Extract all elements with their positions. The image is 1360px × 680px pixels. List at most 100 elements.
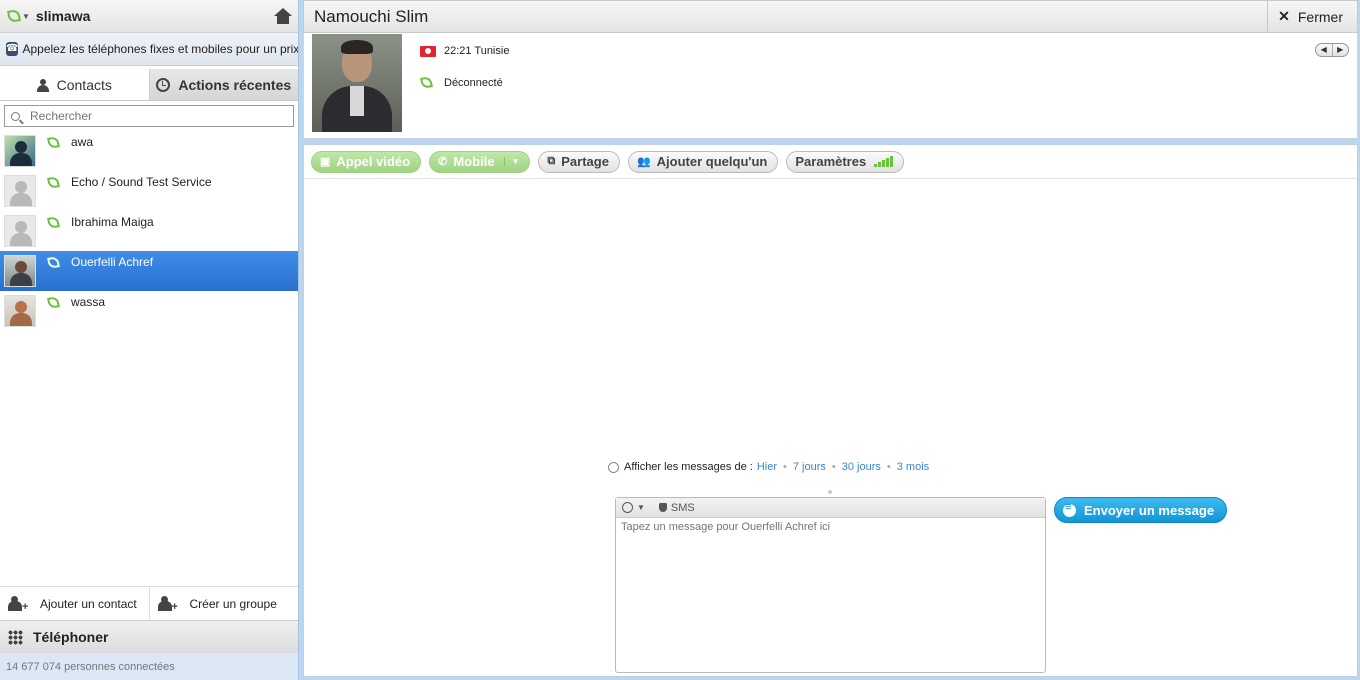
add-group-icon — [157, 595, 180, 612]
list-item[interactable]: wassa — [0, 291, 298, 331]
signal-strength-icon — [874, 156, 894, 167]
history-option-30days[interactable]: 30 jours — [842, 461, 881, 473]
contact-name: Ibrahima Maiga — [71, 215, 154, 229]
history-option-yesterday[interactable]: Hier — [757, 461, 777, 473]
list-item[interactable]: Ibrahima Maiga — [0, 211, 298, 251]
online-status-icon — [47, 176, 60, 189]
emoticon-icon[interactable] — [622, 502, 633, 513]
send-message-button[interactable]: Envoyer un message — [1054, 497, 1228, 523]
share-label: Partage — [561, 154, 609, 169]
clock-icon — [608, 461, 619, 473]
close-button[interactable]: ✕ Fermer — [1267, 0, 1357, 33]
left-panel: ▼ slimawa ☎ Appelez les téléphones fixes… — [0, 0, 299, 680]
search-box — [4, 105, 294, 127]
contact-list: awa Echo / Sound Test Service Ibrahima M… — [0, 131, 298, 331]
close-icon: ✕ — [1278, 8, 1290, 24]
settings-label: Paramètres — [795, 154, 867, 169]
sms-icon — [658, 502, 667, 512]
create-group-label: Créer un groupe — [189, 596, 277, 611]
add-contact-label: Ajouter un contact — [40, 596, 137, 611]
online-status-icon — [47, 256, 60, 269]
dialpad-label: Téléphoner — [33, 629, 109, 645]
sms-label: SMS — [670, 501, 695, 514]
history-filter: Afficher les messages de : Hier • 7 jour… — [608, 461, 929, 473]
mobile-call-button[interactable]: ✆ Mobile ▼ — [429, 150, 531, 173]
chevron-down-icon[interactable]: ▼ — [637, 503, 645, 512]
add-someone-button[interactable]: 👥 Ajouter quelqu'un — [627, 150, 779, 173]
share-button[interactable]: ⧉ Partage — [538, 150, 620, 173]
contact-name: Echo / Sound Test Service — [71, 175, 212, 189]
add-contact-button[interactable]: Ajouter un contact — [0, 587, 149, 620]
contact-name: awa — [71, 135, 94, 149]
history-option-7days[interactable]: 7 jours — [793, 461, 826, 473]
mobile-call-label: Mobile — [453, 154, 495, 169]
promo-text: Appelez les téléphones fixes et mobiles … — [22, 42, 298, 56]
online-status-icon — [47, 216, 60, 229]
message-input[interactable] — [616, 518, 1043, 668]
composer-toolbar: ▼ SMS — [616, 498, 1045, 518]
add-group-icon: 👥 — [636, 156, 651, 168]
online-count: 14 677 074 personnes connectées — [6, 660, 175, 673]
create-group-button[interactable]: Créer un groupe — [148, 587, 299, 620]
call-toolbar: ▣ Appel vidéo ✆ Mobile ▼ ⧉ Partage 👥 Ajo… — [304, 145, 1357, 179]
avatar — [4, 135, 36, 167]
tunisia-flag-icon — [420, 46, 436, 57]
search-icon — [11, 111, 20, 121]
phone-icon: ☎ — [6, 42, 19, 56]
conversation-header: Namouchi Slim ✕ Fermer — [303, 0, 1358, 33]
search-input[interactable] — [30, 109, 270, 123]
contact-name: wassa — [71, 295, 106, 309]
video-call-label: Appel vidéo — [336, 154, 411, 169]
list-item[interactable]: awa — [0, 131, 298, 171]
contact-actions: Ajouter un contact Créer un groupe — [0, 586, 298, 620]
add-someone-label: Ajouter quelqu'un — [656, 154, 768, 169]
left-footer: Ajouter un contact Créer un groupe Télép… — [0, 586, 298, 680]
left-tabs: Contacts Actions récentes — [0, 69, 298, 101]
send-message-label: Envoyer un message — [1084, 502, 1215, 518]
add-user-icon — [8, 595, 30, 612]
status-bar: 14 677 074 personnes connectées — [0, 653, 298, 680]
tab-contacts-label: Contacts — [56, 76, 112, 93]
avatar — [4, 215, 36, 247]
tab-recent-label: Actions récentes — [178, 76, 292, 93]
online-status-icon — [47, 136, 60, 149]
settings-button[interactable]: Paramètres — [786, 150, 905, 173]
list-item-selected[interactable]: Ouerfelli Achref — [0, 251, 298, 291]
contact-photo[interactable] — [312, 34, 402, 132]
local-time: 22:21 Tunisie — [444, 45, 510, 57]
history-option-3months[interactable]: 3 mois — [897, 461, 929, 473]
video-call-button[interactable]: ▣ Appel vidéo — [311, 150, 422, 173]
online-status-icon — [47, 296, 60, 309]
avatar — [4, 295, 36, 327]
chevron-right-icon[interactable]: ▶ — [1331, 44, 1349, 56]
home-icon[interactable] — [274, 8, 292, 24]
divider — [828, 490, 832, 494]
video-camera-icon: ▣ — [320, 156, 331, 168]
presence-text: Déconnecté — [444, 77, 503, 89]
contact-name: Ouerfelli Achref — [71, 255, 154, 269]
promo-banner[interactable]: ☎ Appelez les téléphones fixes et mobile… — [0, 33, 298, 66]
list-item[interactable]: Echo / Sound Test Service — [0, 171, 298, 211]
chat-bubble-icon — [1063, 501, 1076, 517]
dialpad-button[interactable]: Téléphoner — [0, 620, 298, 653]
share-screen-icon: ⧉ — [547, 155, 556, 167]
tab-recent-actions[interactable]: Actions récentes — [149, 69, 298, 100]
history-label: Afficher les messages de : — [624, 461, 753, 473]
avatar — [4, 255, 36, 287]
conversation-area: ▣ Appel vidéo ✆ Mobile ▼ ⧉ Partage 👥 Ajo… — [303, 144, 1358, 677]
dialpad-icon — [8, 629, 23, 645]
chevron-left-icon[interactable]: ◀ — [1316, 44, 1332, 56]
profile-nav[interactable]: ◀ ▶ — [1315, 43, 1349, 57]
avatar — [4, 175, 36, 207]
message-composer: ▼ SMS — [615, 497, 1046, 673]
profile-bar[interactable]: ▼ slimawa — [0, 0, 298, 33]
close-label: Fermer — [1297, 8, 1343, 25]
conversation-contact-name: Namouchi Slim — [314, 6, 429, 26]
chevron-down-icon[interactable]: ▼ — [504, 157, 519, 166]
profile-username[interactable]: slimawa — [36, 8, 274, 24]
presence-icon — [420, 76, 433, 89]
sms-button[interactable]: SMS — [658, 501, 695, 514]
chevron-down-icon[interactable]: ▼ — [22, 12, 30, 21]
status-leaf-icon[interactable] — [7, 9, 21, 23]
tab-contacts[interactable]: Contacts — [0, 69, 150, 100]
